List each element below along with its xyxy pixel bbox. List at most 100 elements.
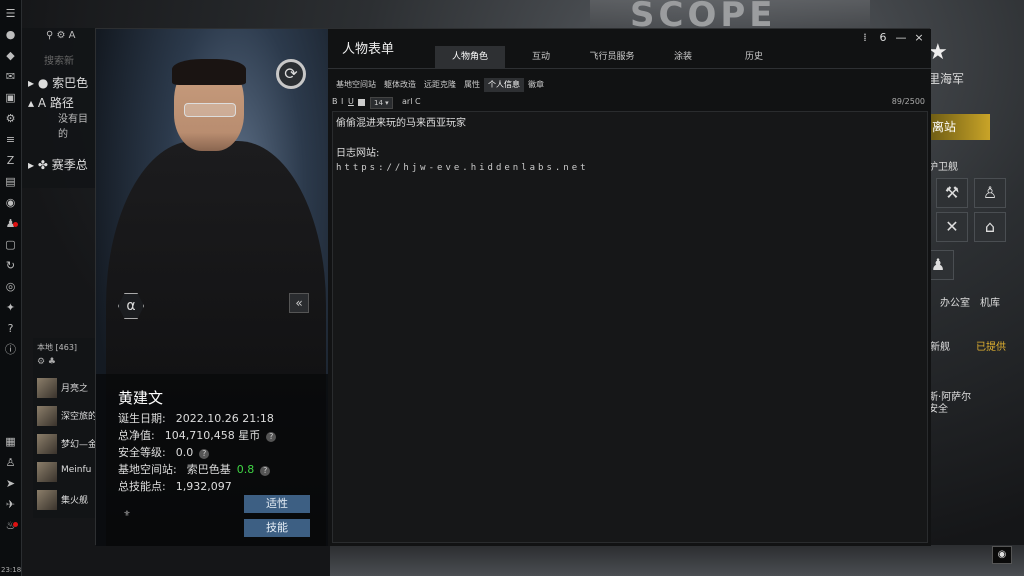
chat-icon[interactable]: ▢ [4, 238, 18, 252]
repair-icon[interactable]: ✕ [936, 212, 968, 242]
agency-icon[interactable]: ◉ [4, 196, 18, 210]
search-input[interactable]: 搜索新 [44, 52, 99, 68]
subtab-home-station[interactable]: 基地空间站 [332, 78, 380, 92]
birth-date-row: 诞生日期: 2022.10.26 21:18 [118, 412, 274, 425]
service-frigate[interactable]: 护卫舰 [928, 158, 958, 173]
avatar [37, 406, 57, 426]
info-icon[interactable]: ⓘ [4, 343, 18, 357]
avatar [37, 378, 57, 398]
tab-character[interactable]: 人物角色 [435, 46, 505, 68]
portrait-hair [172, 59, 246, 85]
character-portrait: ⟳ α « 黄建文 诞生日期: 2022.10.26 21:18 总净值: 104,… [96, 29, 328, 546]
clone-icon[interactable]: ♙ [974, 178, 1006, 208]
refresh-icon[interactable]: ↻ [4, 259, 18, 273]
clock: 23:18 [1, 566, 22, 574]
hangar-button[interactable]: 机库 [980, 294, 1000, 309]
subtab-implants[interactable]: 躯体改造 [380, 78, 420, 92]
season-row[interactable]: ▸ ✤ 赛季总 [28, 156, 88, 173]
chat-member[interactable]: Meinfu [37, 462, 97, 484]
character-icon[interactable]: ● [4, 28, 18, 42]
help-icon[interactable]: ? [260, 466, 271, 476]
font-size-select[interactable]: 14 ▾ [370, 97, 393, 109]
undock-button[interactable]: 离站 [928, 114, 990, 140]
color-picker-button[interactable] [358, 99, 365, 106]
mail-icon[interactable]: ✉ [4, 70, 18, 84]
sheet-content: 人物表单 ⁞ 6 — × 人物角色 互动 飞行员服务 涂装 历史 基地空间站 躯… [328, 29, 931, 546]
office-button[interactable]: 办公室 [940, 294, 970, 309]
bio-link[interactable]: https://hjw-eve.hiddenlabs.net [336, 161, 924, 176]
broadcast-icon[interactable]: ◉ [992, 546, 1012, 564]
z-icon[interactable]: Z [4, 154, 18, 168]
help-icon[interactable]: ? [199, 449, 210, 459]
subtab-bio[interactable]: 个人信息 [484, 78, 524, 92]
italic-button[interactable]: I [341, 97, 343, 106]
bio-line [336, 131, 924, 146]
route-destination: 没有目的 [58, 114, 88, 140]
corporation-logo-icon[interactable]: ⟳ [276, 59, 306, 89]
tab-history[interactable]: 历史 [719, 46, 789, 68]
notification-dot [13, 522, 18, 527]
drone-icon[interactable]: ✈ [4, 498, 18, 512]
tab-divider [328, 68, 931, 69]
corporation-icon[interactable]: ≡ [4, 133, 18, 147]
security-status-row: 安全等级: 0.0? [118, 444, 210, 460]
corporation-emblem-icon: ⚜ [123, 509, 131, 518]
pilot-icon[interactable]: ♙ [4, 456, 18, 470]
window-stack-button[interactable]: 6 [876, 31, 890, 44]
chevron-down-icon: ▴ A [28, 96, 47, 110]
character-sheet-window: ⟳ α « 黄建文 诞生日期: 2022.10.26 21:18 总净值: 104,… [95, 28, 931, 546]
tab-interactions[interactable]: 互动 [506, 46, 576, 68]
skill-points-row: 总技能点: 1,932,097 [118, 480, 232, 493]
inventory-icon[interactable]: ◆ [4, 49, 18, 63]
window-menu-icon[interactable]: ⁞ [858, 31, 872, 44]
calculator-icon[interactable]: ▦ [4, 435, 18, 449]
subtab-decorations[interactable]: 徽章 [524, 78, 548, 92]
bio-text-editor[interactable]: 偷偷混进来玩的马来西亚玩家 日志网站: https://hjw-eve.hidd… [332, 111, 928, 543]
hammer-icon[interactable]: ⚒ [936, 178, 968, 208]
local-chat-panel: 本地 [463] ⚙ ♣ 月亮之 深空旅的 梦幻—金 Meinfu 集火舰 [33, 338, 97, 518]
net-worth-row: 总净值: 104,710,458 星币? [118, 427, 277, 443]
route-header[interactable]: ▴ A 路径 [28, 94, 74, 111]
chat-member[interactable]: 月亮之 [37, 378, 97, 400]
skills-button[interactable]: 技能 [244, 519, 310, 537]
close-button[interactable]: × [912, 31, 926, 44]
provided-label: 已提供 [976, 342, 1006, 353]
system-name[interactable]: ▸ ● 索巴色 [28, 74, 88, 91]
neocom-bar: ☰ ● ◆ ✉ ▣ ⚙ ≡ Z ▤ ◉ ♟ ▢ ↻ ◎ ✦ ? ⓘ ▦ ♙ ➤ … [0, 0, 22, 576]
fitting-icon[interactable]: ⚙ [4, 112, 18, 126]
character-counter: 89/2500 [891, 97, 925, 106]
home-station-row: 基地空间站: 索巴色基 0.8? [118, 461, 271, 477]
agent-security: 安全 [928, 404, 948, 415]
underline-button[interactable]: U [348, 97, 354, 106]
bold-button[interactable]: B [332, 97, 338, 106]
chat-member[interactable]: 集火舰 [37, 490, 97, 512]
subtab-jump-clones[interactable]: 远距克隆 [420, 78, 460, 92]
station-services-panel: ★ 里海军 离站 护卫舰 ⚒ ♙ ✕ ⌂ ♟ 办公室 机库 新舰 已提供 斯·阿… [922, 40, 1024, 520]
route-panel: ⚲ ⚙ A 搜索新 ▸ ● 索巴色 ▴ A 路径 没有目的 ▸ ✤ 赛季总 [22, 28, 97, 188]
chevron-right-icon: ▸ ✤ [28, 158, 48, 172]
font-name[interactable]: arl C [402, 97, 421, 106]
industry-icon[interactable]: ▤ [4, 175, 18, 189]
chat-header: 本地 [463] [37, 343, 78, 352]
help-icon[interactable]: ? [4, 322, 18, 336]
aptitude-button[interactable]: 适性 [244, 495, 310, 513]
text-format-toolbar: B I U 14 ▾ arl C 89/2500 [332, 97, 928, 109]
chat-tools[interactable]: ⚙ ♣ [33, 357, 97, 367]
subtab-attributes[interactable]: 属性 [460, 78, 484, 92]
faction-name: 里海军 [928, 72, 965, 86]
tab-skins[interactable]: 涂装 [648, 46, 718, 68]
help-icon[interactable]: ? [266, 432, 277, 442]
skills-icon[interactable]: ✦ [4, 301, 18, 315]
bio-line: 偷偷混进来玩的马来西亚玩家 [336, 118, 466, 129]
minimize-button[interactable]: — [894, 31, 908, 44]
ship-icon[interactable]: ➤ [4, 477, 18, 491]
collapse-portrait-button[interactable]: « [289, 293, 309, 313]
insurance-icon[interactable]: ⌂ [974, 212, 1006, 242]
chat-member[interactable]: 梦幻—金 [37, 434, 97, 456]
search-icon[interactable]: ⚲ ⚙ A [46, 30, 76, 41]
menu-icon[interactable]: ☰ [4, 7, 18, 21]
map-icon[interactable]: ◎ [4, 280, 18, 294]
chat-member[interactable]: 深空旅的 [37, 406, 97, 428]
market-icon[interactable]: ▣ [4, 91, 18, 105]
tab-pilot-services[interactable]: 飞行员服务 [577, 46, 647, 68]
